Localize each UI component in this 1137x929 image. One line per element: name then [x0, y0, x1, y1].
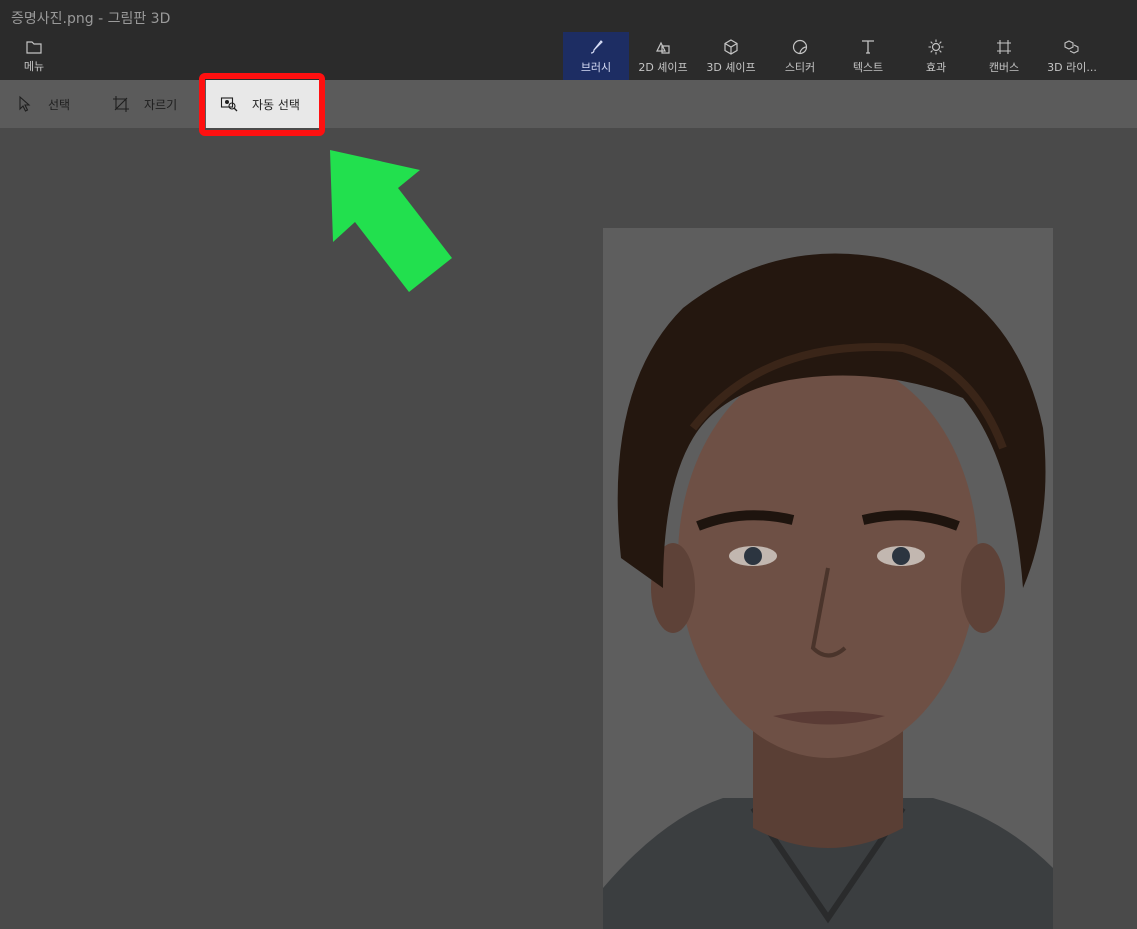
tool-label: 3D 셰이프 — [706, 60, 756, 74]
text-icon — [862, 39, 874, 54]
crop-icon — [113, 96, 129, 112]
effects-icon — [928, 39, 944, 54]
tool-2d-shapes[interactable]: 2D 셰이프 — [630, 32, 696, 80]
crop-label: 자르기 — [144, 97, 178, 112]
portrait-image — [603, 228, 1053, 929]
canvas-image[interactable] — [603, 228, 1053, 929]
select-button[interactable]: 선택 — [16, 80, 70, 128]
3d-library-icon — [1064, 39, 1079, 54]
folder-icon — [26, 41, 42, 54]
tool-label: 효과 — [925, 60, 947, 74]
ribbon: 메뉴 브러시 2D 셰이프 3D 셰이프 스티커 텍스트 효과 캔버스 3D 라… — [0, 32, 1137, 80]
tool-canvas[interactable]: 캔버스 — [971, 32, 1037, 80]
tool-label: 2D 셰이프 — [638, 60, 688, 74]
select-label: 선택 — [48, 97, 71, 112]
green-arrow-annotation — [330, 150, 452, 292]
highlight-box — [199, 73, 325, 136]
window-title: 증명사진.png - 그림판 3D — [11, 11, 171, 27]
2d-shapes-icon — [656, 41, 670, 54]
title-bar: 증명사진.png - 그림판 3D — [0, 0, 1137, 32]
tool-label: 텍스트 — [852, 60, 884, 74]
tool-label: 캔버스 — [988, 60, 1020, 74]
tool-label: 3D 라이... — [1047, 60, 1097, 74]
tool-stickers[interactable]: 스티커 — [767, 32, 833, 80]
menu-button[interactable]: 메뉴 — [10, 32, 58, 80]
tool-label: 브러시 — [580, 60, 612, 74]
tool-effects[interactable]: 효과 — [903, 32, 969, 80]
canvas-toolbar: 선택 자르기 자동 선택 — [0, 80, 1137, 128]
cursor-icon — [19, 95, 31, 112]
tool-label: 스티커 — [784, 60, 816, 74]
crop-button[interactable]: 자르기 — [112, 80, 177, 128]
tool-3d-library[interactable]: 3D 라이... — [1039, 32, 1105, 80]
3d-shapes-icon — [724, 38, 738, 55]
tool-brushes[interactable]: 브러시 — [563, 32, 629, 80]
sticker-icon — [792, 39, 808, 54]
menu-label: 메뉴 — [23, 60, 45, 73]
canvas-icon — [997, 39, 1011, 54]
tool-text[interactable]: 텍스트 — [835, 32, 901, 80]
tool-3d-shapes[interactable]: 3D 셰이프 — [698, 32, 764, 80]
brush-icon — [590, 39, 603, 54]
